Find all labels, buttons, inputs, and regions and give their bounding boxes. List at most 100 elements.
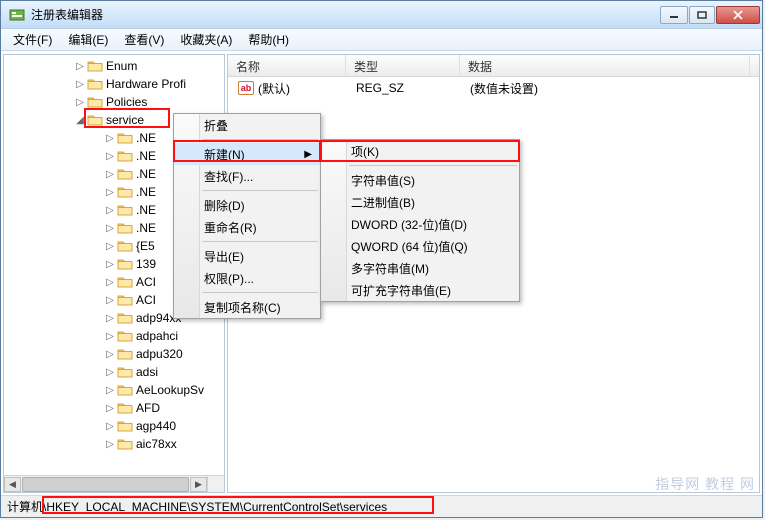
expand-icon[interactable]: ◢ [74,115,86,126]
tree-item[interactable]: ▷AeLookupSv [4,381,224,399]
col-name[interactable]: 名称 [228,55,346,76]
expand-icon[interactable]: ▷ [74,79,86,90]
list-row[interactable]: ab (默认) REG_SZ(数值未设置) [232,79,755,97]
expand-icon[interactable]: ▷ [104,223,116,234]
string-value-icon: ab [238,81,254,95]
value-data: (数值未设置) [464,80,754,97]
maximize-button[interactable] [689,6,715,24]
separator [202,292,318,293]
sub-key[interactable]: 项(K) [321,140,519,162]
tree-item-label: ACI [136,275,156,289]
menu-favorites[interactable]: 收藏夹(A) [172,28,240,51]
folder-icon [117,329,133,343]
folder-icon [117,131,133,145]
menu-help[interactable]: 帮助(H) [240,28,297,51]
ctx-rename[interactable]: 重命名(R) [174,216,320,238]
ctx-permissions[interactable]: 权限(P)... [174,267,320,289]
sub-binary[interactable]: 二进制值(B) [321,191,519,213]
tree-item-label: .NE [136,203,156,217]
folder-icon [117,275,133,289]
close-button[interactable] [716,6,760,24]
sub-dword[interactable]: DWORD (32-位)值(D) [321,213,519,235]
scroll-thumb[interactable] [22,477,189,492]
expand-icon[interactable]: ▷ [104,169,116,180]
sub-qword[interactable]: QWORD (64 位)值(Q) [321,235,519,257]
titlebar[interactable]: 注册表编辑器 [1,1,762,29]
tree-item-label: .NE [136,131,156,145]
folder-icon [117,149,133,163]
window-title: 注册表编辑器 [31,6,660,23]
sub-expand-string[interactable]: 可扩充字符串值(E) [321,279,519,301]
menu-edit[interactable]: 编辑(E) [60,28,116,51]
context-menu[interactable]: 折叠 新建(N)▶ 查找(F)... 删除(D) 重命名(R) 导出(E) 权限… [173,113,321,319]
ctx-export[interactable]: 导出(E) [174,245,320,267]
expand-icon[interactable]: ▷ [104,349,116,360]
sub-string[interactable]: 字符串值(S) [321,169,519,191]
ctx-new[interactable]: 新建(N)▶ [174,143,320,165]
col-data[interactable]: 数据 [460,55,750,76]
menu-file[interactable]: 文件(F) [5,28,60,51]
tree-item[interactable]: ▷AFD [4,399,224,417]
folder-icon [87,95,103,109]
tree-item-label: .NE [136,185,156,199]
submenu-new[interactable]: 项(K) 字符串值(S) 二进制值(B) DWORD (32-位)值(D) QW… [320,139,520,302]
expand-icon[interactable]: ▷ [104,367,116,378]
folder-icon [117,257,133,271]
tree-item[interactable]: ▷aic78xx [4,435,224,453]
separator [202,190,318,191]
scroll-corner [207,475,224,492]
expand-icon[interactable]: ▷ [104,403,116,414]
tree-item-label: .NE [136,221,156,235]
expand-icon[interactable]: ▷ [104,277,116,288]
minimize-button[interactable] [660,6,688,24]
expand-icon[interactable]: ▷ [104,385,116,396]
tree-item[interactable]: ▷ agp440 [4,417,224,435]
expand-icon[interactable]: ▷ [104,133,116,144]
folder-icon [117,167,133,181]
ctx-find[interactable]: 查找(F)... [174,165,320,187]
list-header: 名称 类型 数据 [228,55,759,77]
col-type[interactable]: 类型 [346,55,460,76]
tree-item-label: 139 [136,257,156,271]
tree-item[interactable]: ▷ adpahci [4,327,224,345]
tree-item-label: {E5 [136,239,155,253]
expand-icon[interactable]: ▷ [104,205,116,216]
expand-icon[interactable]: ▷ [104,187,116,198]
tree-item[interactable]: ▷ adpu320 [4,345,224,363]
value-type: REG_SZ [350,81,464,95]
tree-item[interactable]: ▷Policies [4,93,224,111]
ctx-copy-key-name[interactable]: 复制项名称(C) [174,296,320,318]
tree-item-label: Hardware Profi [106,77,186,91]
tree-item-label: adpahci [136,329,178,343]
value-name: (默认) [258,80,290,97]
sub-multi-string[interactable]: 多字符串值(M) [321,257,519,279]
folder-icon [117,185,133,199]
folder-icon [117,419,133,433]
expand-icon[interactable]: ▷ [104,295,116,306]
expand-icon[interactable]: ▷ [104,259,116,270]
expand-icon[interactable]: ▷ [104,439,116,450]
folder-icon [117,347,133,361]
tree-item[interactable]: ▷adsi [4,363,224,381]
expand-icon[interactable]: ▷ [104,241,116,252]
expand-icon[interactable]: ▷ [104,331,116,342]
tree-horizontal-scrollbar[interactable]: ◀ ▶ [4,475,207,492]
expand-icon[interactable]: ▷ [74,61,86,72]
menu-view[interactable]: 查看(V) [116,28,172,51]
expand-icon[interactable]: ▷ [104,151,116,162]
tree-item[interactable]: ▷Enum [4,57,224,75]
ctx-delete[interactable]: 删除(D) [174,194,320,216]
expand-icon[interactable]: ▷ [74,97,86,108]
tree-item-label: .NE [136,149,156,163]
folder-icon [117,437,133,451]
tree-item-label: adpu320 [136,347,183,361]
ctx-new-label: 新建(N) [204,146,245,163]
tree-item[interactable]: ▷ Hardware Profi [4,75,224,93]
separator [349,165,517,166]
scroll-left-button[interactable]: ◀ [4,477,21,492]
tree-item-label: agp440 [136,419,176,433]
expand-icon[interactable]: ▷ [104,421,116,432]
scroll-right-button[interactable]: ▶ [190,477,207,492]
ctx-collapse[interactable]: 折叠 [174,114,320,136]
expand-icon[interactable]: ▷ [104,313,116,324]
